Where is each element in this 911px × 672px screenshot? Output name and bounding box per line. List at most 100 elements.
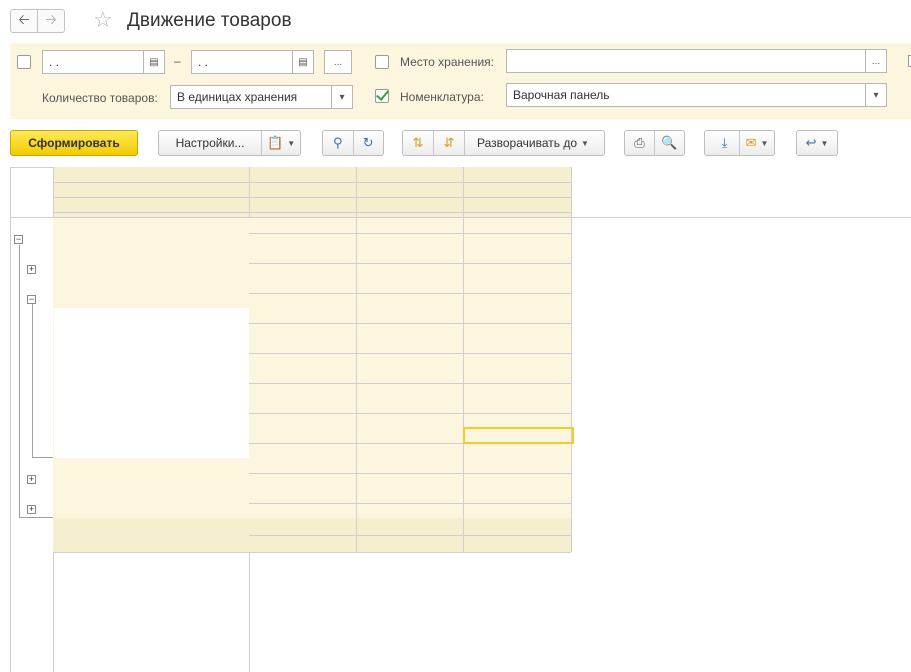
period-to-field[interactable]: . . — [191, 50, 293, 74]
nomenclature-field[interactable]: Варочная панель — [506, 83, 866, 107]
print-button[interactable]: ⎙ — [625, 135, 654, 151]
find-button[interactable]: ⚲ — [323, 135, 353, 151]
report-value-cell[interactable] — [463, 308, 571, 323]
collapse-icon[interactable]: − — [14, 235, 23, 244]
quantity-field[interactable]: В единицах хранения — [170, 85, 332, 109]
report-value-cell[interactable] — [463, 248, 571, 263]
report-value-cell[interactable] — [249, 233, 356, 248]
report-value-cell[interactable] — [249, 383, 356, 398]
report-total-cell[interactable] — [249, 536, 356, 552]
back-button[interactable]: 🡠 — [10, 9, 38, 33]
nomenclature-dropdown-button[interactable]: ▾ — [865, 83, 887, 107]
preview-button[interactable]: 🔍 — [655, 135, 684, 151]
send-email-button[interactable]: ✉ ▼ — [740, 135, 769, 151]
report-value-cell[interactable] — [249, 458, 356, 473]
forward-button[interactable]: 🡢 — [37, 9, 65, 33]
report-value-cell[interactable] — [463, 338, 571, 353]
sort-asc-button[interactable]: ⇅ — [403, 135, 433, 151]
report-total-cell[interactable] — [356, 536, 463, 552]
report-value-cell[interactable] — [463, 458, 571, 473]
report-value-cell[interactable] — [463, 488, 571, 503]
generate-button[interactable]: Сформировать — [10, 130, 138, 156]
save-button[interactable]: ⤓ — [711, 135, 739, 151]
report-total-cell[interactable] — [463, 520, 571, 536]
collapse-icon[interactable]: − — [27, 295, 36, 304]
report-value-cell[interactable] — [249, 308, 356, 323]
report-value-cell[interactable] — [249, 263, 356, 278]
period-to-calendar-button[interactable]: ▤ — [292, 50, 314, 74]
sort-desc-button[interactable]: ⇵ — [434, 135, 464, 151]
report-value-cell[interactable] — [463, 293, 571, 308]
report-value-cell[interactable] — [356, 248, 463, 263]
find-next-button[interactable]: ↻ — [354, 135, 384, 151]
report-value-cell[interactable] — [249, 503, 356, 518]
report-value-cell[interactable] — [356, 293, 463, 308]
variant-menu-button[interactable]: 📋 ▼ — [262, 135, 295, 151]
expand-to-button[interactable]: Разворачивать до ▼ — [465, 136, 589, 150]
report-value-cell[interactable] — [356, 323, 463, 338]
report-value-cell[interactable] — [356, 473, 463, 488]
report-value-cell[interactable] — [356, 353, 463, 368]
expand-icon[interactable]: + — [27, 505, 36, 514]
report-value-cell[interactable] — [463, 323, 571, 338]
report-value-cell[interactable] — [356, 458, 463, 473]
report-value-cell[interactable] — [249, 473, 356, 488]
report-value-cell[interactable] — [356, 278, 463, 293]
report-total-cell[interactable] — [249, 520, 356, 536]
report-value-cell[interactable] — [463, 473, 571, 488]
report-value-cell[interactable] — [463, 443, 571, 458]
report-value-cell[interactable] — [249, 368, 356, 383]
period-from-calendar-button[interactable]: ▤ — [143, 50, 165, 74]
report-value-cell[interactable] — [356, 383, 463, 398]
report-value-cell[interactable] — [463, 413, 571, 428]
storage-field[interactable] — [506, 49, 866, 73]
report-value-cell[interactable] — [356, 263, 463, 278]
report-value-cell[interactable] — [356, 368, 463, 383]
report-value-cell[interactable] — [249, 278, 356, 293]
report-value-cell[interactable] — [249, 323, 356, 338]
report-value-cell[interactable] — [356, 488, 463, 503]
favorite-star-icon[interactable]: ☆ — [93, 8, 113, 32]
report-value-cell[interactable] — [463, 398, 571, 413]
expand-icon[interactable]: + — [27, 475, 36, 484]
report-value-cell[interactable] — [463, 368, 571, 383]
report-value-cell[interactable] — [463, 218, 571, 233]
report-value-cell[interactable] — [249, 353, 356, 368]
report-value-cell[interactable] — [356, 413, 463, 428]
report-value-cell[interactable] — [356, 503, 463, 518]
report-total-cell[interactable] — [356, 520, 463, 536]
report-value-cell[interactable] — [249, 248, 356, 263]
report-value-cell[interactable] — [249, 398, 356, 413]
nomenclature-checkbox[interactable] — [375, 89, 389, 103]
report-value-cell[interactable] — [249, 488, 356, 503]
report-value-cell[interactable] — [249, 218, 356, 233]
report-value-cell[interactable] — [463, 353, 571, 368]
report-value-cell[interactable] — [356, 233, 463, 248]
period-select-button[interactable]: ... — [324, 50, 352, 74]
period-checkbox[interactable] — [17, 55, 31, 69]
report-value-cell[interactable] — [356, 398, 463, 413]
report-value-cell[interactable] — [463, 503, 571, 518]
settings-button[interactable]: Настройки... — [159, 136, 261, 150]
report-value-cell[interactable] — [463, 383, 571, 398]
quantity-dropdown-button[interactable]: ▾ — [331, 85, 353, 109]
storage-select-button[interactable]: ... — [865, 49, 887, 73]
report-value-cell[interactable] — [356, 308, 463, 323]
report-value-cell[interactable] — [249, 338, 356, 353]
expand-icon[interactable]: + — [27, 265, 36, 274]
more-actions-button[interactable]: ↩ ▼ — [796, 130, 838, 156]
report-value-cell[interactable] — [356, 443, 463, 458]
report-value-cell[interactable] — [463, 263, 571, 278]
report-total-cell[interactable] — [463, 536, 571, 552]
report-value-cell[interactable] — [249, 443, 356, 458]
report-value-cell[interactable] — [356, 218, 463, 233]
report-value-cell[interactable] — [249, 293, 356, 308]
report-value-cell[interactable] — [356, 338, 463, 353]
report-value-cell[interactable] — [249, 428, 356, 443]
report-value-cell[interactable] — [356, 428, 463, 443]
report-value-cell[interactable] — [463, 278, 571, 293]
report-value-cell[interactable] — [463, 233, 571, 248]
storage-checkbox[interactable] — [375, 55, 389, 69]
report-value-cell[interactable] — [249, 413, 356, 428]
period-from-field[interactable]: . . — [42, 50, 144, 74]
